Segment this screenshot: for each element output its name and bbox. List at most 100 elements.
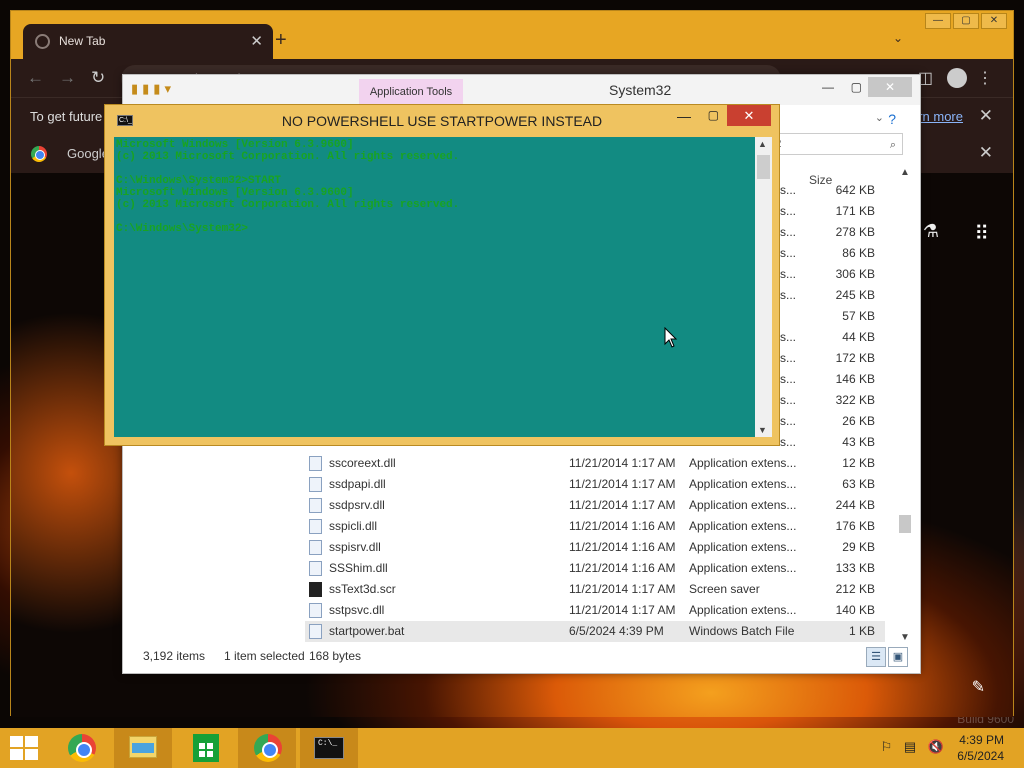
- table-row[interactable]: ssdpsrv.dll 11/21/2014 1:17 AM Application…: [305, 495, 885, 516]
- cmd-scroll-thumb[interactable]: [757, 155, 770, 179]
- status-selected: 1 item selected: [224, 649, 305, 663]
- file-type: Application extens...: [689, 603, 797, 617]
- tab-title: New Tab: [59, 34, 106, 48]
- file-type: s...: [780, 414, 797, 428]
- batch-file-icon: [309, 624, 322, 639]
- file-list-scrollbar[interactable]: ▲ ▼: [898, 167, 912, 643]
- labs-flask-icon[interactable]: ⚗: [923, 221, 939, 242]
- screensaver-file-icon: [309, 582, 322, 597]
- taskbar-chrome-button[interactable]: [52, 728, 110, 768]
- cmd-maximize-button[interactable]: ▢: [708, 108, 719, 122]
- apps-grid-icon[interactable]: ⠿: [974, 221, 989, 246]
- chrome-icon: [254, 734, 282, 762]
- folder-icon: [129, 736, 157, 758]
- close-tab-icon[interactable]: ✕: [250, 32, 263, 50]
- table-row[interactable]: sspicli.dll 11/21/2014 1:16 AM Application…: [305, 516, 885, 537]
- file-date: 11/21/2014 1:16 AM: [569, 561, 676, 575]
- chrome-tab[interactable]: New Tab ✕: [23, 24, 273, 59]
- help-icon[interactable]: ?: [888, 111, 896, 127]
- file-type: Application extens...: [689, 540, 797, 554]
- explorer-maximize-button[interactable]: ▢: [851, 80, 862, 94]
- status-item-count: 3,192 items: [143, 649, 206, 663]
- table-row[interactable]: ssdpapi.dll 11/21/2014 1:17 AM Application…: [305, 474, 885, 495]
- taskbar: C:\_ ⚐ ▤ 🔇 4:39 PM 6/5/2024: [0, 728, 1024, 768]
- table-row[interactable]: SSShim.dll 11/21/2014 1:16 AM Application …: [305, 558, 885, 579]
- scroll-up-icon[interactable]: ▲: [900, 167, 910, 178]
- taskbar-chrome-window-button[interactable]: [238, 728, 296, 768]
- file-size: 244 KB: [835, 498, 875, 512]
- file-type: s...: [780, 246, 797, 260]
- table-row[interactable]: sspisrv.dll 11/21/2014 1:16 AM Application…: [305, 537, 885, 558]
- table-row[interactable]: ssText3d.scr 11/21/2014 1:17 AM Screen sav…: [305, 579, 885, 600]
- file-type: s...: [780, 435, 797, 449]
- file-size: 642 KB: [835, 183, 875, 197]
- file-size: 29 KB: [842, 540, 875, 554]
- maximize-button[interactable]: ▢: [953, 13, 979, 29]
- taskbar-file-explorer-button[interactable]: [114, 728, 172, 768]
- store-icon: [193, 734, 219, 762]
- ribbon-expand-icon[interactable]: ⌄: [875, 111, 884, 124]
- taskbar-clock[interactable]: 4:39 PM 6/5/2024: [957, 732, 1004, 764]
- details-view-icon[interactable]: ☰: [866, 647, 886, 667]
- file-date: 6/5/2024 4:39 PM: [569, 624, 664, 638]
- network-icon[interactable]: ▤: [904, 739, 916, 754]
- infobar-message: To get future: [30, 109, 103, 124]
- explorer-minimize-button[interactable]: —: [822, 80, 834, 94]
- minimize-button[interactable]: —: [925, 13, 951, 29]
- file-size: 140 KB: [835, 603, 875, 617]
- table-row[interactable]: startpower.bat 6/5/2024 4:39 PM Windows Ba…: [305, 621, 885, 642]
- promo-label: Google: [67, 146, 109, 161]
- quick-access-toolbar[interactable]: ▮▮▮▾: [131, 81, 175, 97]
- file-date: 11/21/2014 1:16 AM: [569, 519, 676, 533]
- file-size: 26 KB: [842, 414, 875, 428]
- globe-icon: [35, 34, 50, 49]
- cmd-close-button[interactable]: ✕: [727, 105, 771, 126]
- clock-date: 6/5/2024: [957, 749, 1004, 763]
- cmd-scroll-up-icon[interactable]: ▲: [758, 139, 767, 149]
- taskbar-cmd-button[interactable]: C:\_: [300, 728, 358, 768]
- table-row[interactable]: sscoreext.dll 11/21/2014 1:17 AM Applicati…: [305, 453, 885, 474]
- dll-file-icon: [309, 540, 322, 555]
- back-arrow-icon[interactable]: ←: [27, 68, 44, 88]
- tab-search-button[interactable]: ⌄: [893, 31, 903, 45]
- dll-file-icon: [309, 456, 322, 471]
- cmd-minimize-button[interactable]: —: [677, 108, 691, 124]
- customize-pencil-icon[interactable]: ✎: [972, 677, 985, 697]
- dll-file-icon: [309, 498, 322, 513]
- clock-time: 4:39 PM: [959, 733, 1004, 747]
- start-windows-icon[interactable]: [10, 736, 40, 760]
- cmd-scrollbar[interactable]: ▲ ▼: [755, 137, 772, 437]
- large-icons-view-icon[interactable]: ▣: [888, 647, 908, 667]
- file-size: 176 KB: [835, 519, 875, 533]
- close-window-button[interactable]: ✕: [981, 13, 1007, 29]
- cmd-console-output[interactable]: Microsoft Windows [Version 6.3.9600] (c) …: [114, 137, 755, 437]
- console-line: (c) 2013 Microsoft Corporation. All righ…: [116, 199, 460, 211]
- promo-close-icon[interactable]: ✕: [979, 143, 993, 163]
- dll-file-icon: [309, 603, 322, 618]
- table-row[interactable]: sstpsvc.dll 11/21/2014 1:17 AM Application…: [305, 600, 885, 621]
- forward-arrow-icon[interactable]: →: [59, 68, 76, 88]
- action-center-flag-icon[interactable]: ⚐: [881, 739, 893, 754]
- application-tools-tab[interactable]: Application Tools: [359, 79, 463, 105]
- volume-muted-icon[interactable]: 🔇: [928, 739, 944, 754]
- cmd-scroll-down-icon[interactable]: ▼: [758, 425, 767, 435]
- cmd-title-bar: C:\_ NO POWERSHELL USE STARTPOWER INSTEA…: [105, 105, 779, 135]
- infobar-close-icon[interactable]: ✕: [979, 106, 993, 126]
- profile-avatar-icon[interactable]: [947, 68, 967, 88]
- file-name: sstpsvc.dll: [329, 603, 385, 617]
- menu-kebab-icon[interactable]: ⋮: [977, 68, 993, 88]
- command-prompt-window: C:\_ NO POWERSHELL USE STARTPOWER INSTEA…: [104, 104, 780, 446]
- taskbar-store-button[interactable]: [176, 728, 234, 768]
- reload-icon[interactable]: ↻: [91, 68, 105, 88]
- file-date: 11/21/2014 1:17 AM: [569, 603, 676, 617]
- file-type: Application extens...: [689, 456, 797, 470]
- file-size: 1 KB: [848, 624, 875, 638]
- new-tab-button[interactable]: +: [275, 29, 287, 52]
- file-type: Application extens...: [689, 477, 797, 491]
- scroll-thumb[interactable]: [899, 515, 911, 533]
- system-tray: ⚐ ▤ 🔇: [881, 739, 944, 755]
- explorer-title-bar: ▮▮▮▾ Application Tools System32 — ▢ ✕: [123, 75, 920, 105]
- file-type: s...: [780, 204, 797, 218]
- explorer-close-button[interactable]: ✕: [868, 77, 912, 97]
